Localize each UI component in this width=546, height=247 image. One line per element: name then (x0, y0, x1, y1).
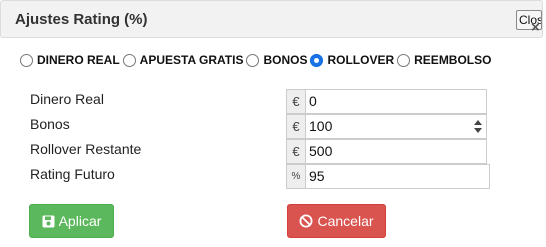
modal-title: Ajustes Rating (%) (15, 11, 148, 28)
ban-icon (299, 214, 313, 228)
radio-label: APUESTA GRATIS (139, 53, 244, 67)
radio-label: BONOS (263, 53, 308, 67)
radio-button[interactable] (397, 53, 411, 67)
rating-futuro-label: Rating Futuro (30, 166, 115, 182)
apply-label: Aplicar (58, 213, 102, 229)
rating-futuro-input-group: % 95 (286, 164, 490, 189)
dinero-real-label: Dinero Real (30, 91, 104, 107)
cancel-button[interactable]: Cancelar (287, 204, 386, 238)
rating-futuro-input[interactable]: 95 (305, 164, 490, 189)
dinero-real-input[interactable]: 0 (305, 89, 487, 114)
radio-button[interactable] (122, 53, 136, 67)
rating-type-radio-group: DINERO REAL APUESTA GRATIS BONOS ROLLOVE… (20, 52, 494, 68)
euro-addon: € (286, 114, 305, 139)
rollover-restante-input-group: € 500 (286, 139, 487, 164)
radio-option-bonos[interactable]: BONOS (246, 53, 307, 67)
modal-header: Ajustes Rating (%) (0, 0, 543, 38)
radio-option-rollover[interactable]: ROLLOVER (310, 53, 394, 67)
euro-addon: € (286, 89, 305, 114)
radio-button[interactable] (20, 53, 33, 67)
radio-label: ROLLOVER (327, 53, 395, 67)
dinero-real-input-group: € 0 (286, 89, 487, 114)
rollover-restante-label: Rollover Restante (30, 141, 142, 157)
bonos-label: Bonos (30, 116, 70, 132)
rollover-restante-input[interactable]: 500 (305, 139, 487, 164)
spinner-arrows-icon[interactable] (474, 120, 482, 134)
bonos-input-wrapper[interactable]: 100 (305, 114, 487, 139)
bonos-input[interactable]: 100 (309, 118, 332, 134)
radio-option-apuesta-gratis[interactable]: APUESTA GRATIS (122, 53, 244, 67)
percent-addon: % (286, 164, 305, 189)
euro-addon: € (286, 139, 305, 164)
radio-option-dinero-real[interactable]: DINERO REAL (20, 53, 120, 67)
radio-label: DINERO REAL (37, 53, 120, 67)
cancel-label: Cancelar (317, 213, 374, 229)
radio-button[interactable] (246, 53, 260, 67)
bonos-input-group: € 100 (286, 114, 487, 139)
radio-option-reembolso[interactable]: REEMBOLSO (397, 53, 491, 67)
radio-label: REEMBOLSO (414, 53, 492, 67)
apply-button[interactable]: Aplicar (29, 204, 114, 238)
close-icon[interactable]: × (531, 20, 545, 35)
floppy-disk-icon (42, 215, 55, 228)
radio-button[interactable] (310, 53, 324, 67)
